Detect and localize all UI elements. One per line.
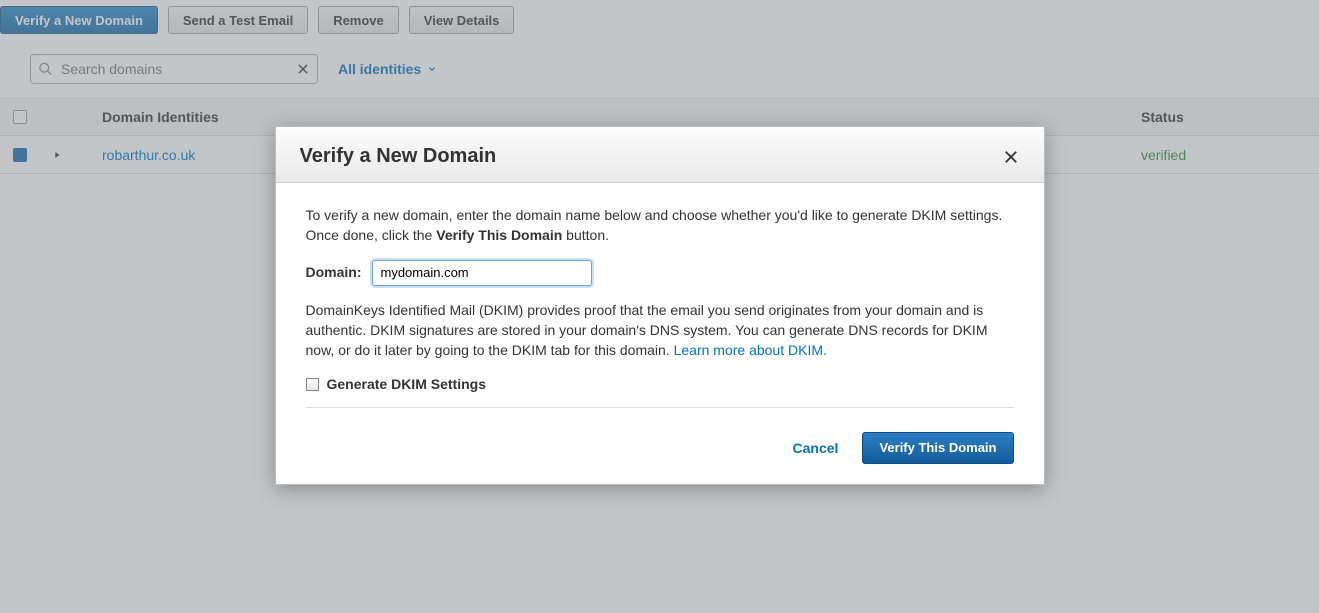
domain-input[interactable] (372, 260, 592, 286)
verify-domain-modal: Verify a New Domain To verify a new doma… (275, 126, 1045, 485)
dkim-description: DomainKeys Identified Mail (DKIM) provid… (306, 300, 1014, 361)
modal-title: Verify a New Domain (300, 145, 497, 168)
modal-intro-text: To verify a new domain, enter the domain… (306, 205, 1014, 246)
modal-overlay: Verify a New Domain To verify a new doma… (0, 0, 1319, 613)
cancel-button[interactable]: Cancel (793, 440, 839, 456)
domain-field-label: Domain: (306, 262, 362, 282)
generate-dkim-label: Generate DKIM Settings (327, 374, 486, 394)
generate-dkim-checkbox[interactable] (306, 378, 319, 391)
verify-this-domain-button[interactable]: Verify This Domain (862, 432, 1013, 464)
close-icon[interactable] (1002, 148, 1020, 166)
learn-more-dkim-link[interactable]: Learn more about DKIM. (674, 342, 827, 358)
